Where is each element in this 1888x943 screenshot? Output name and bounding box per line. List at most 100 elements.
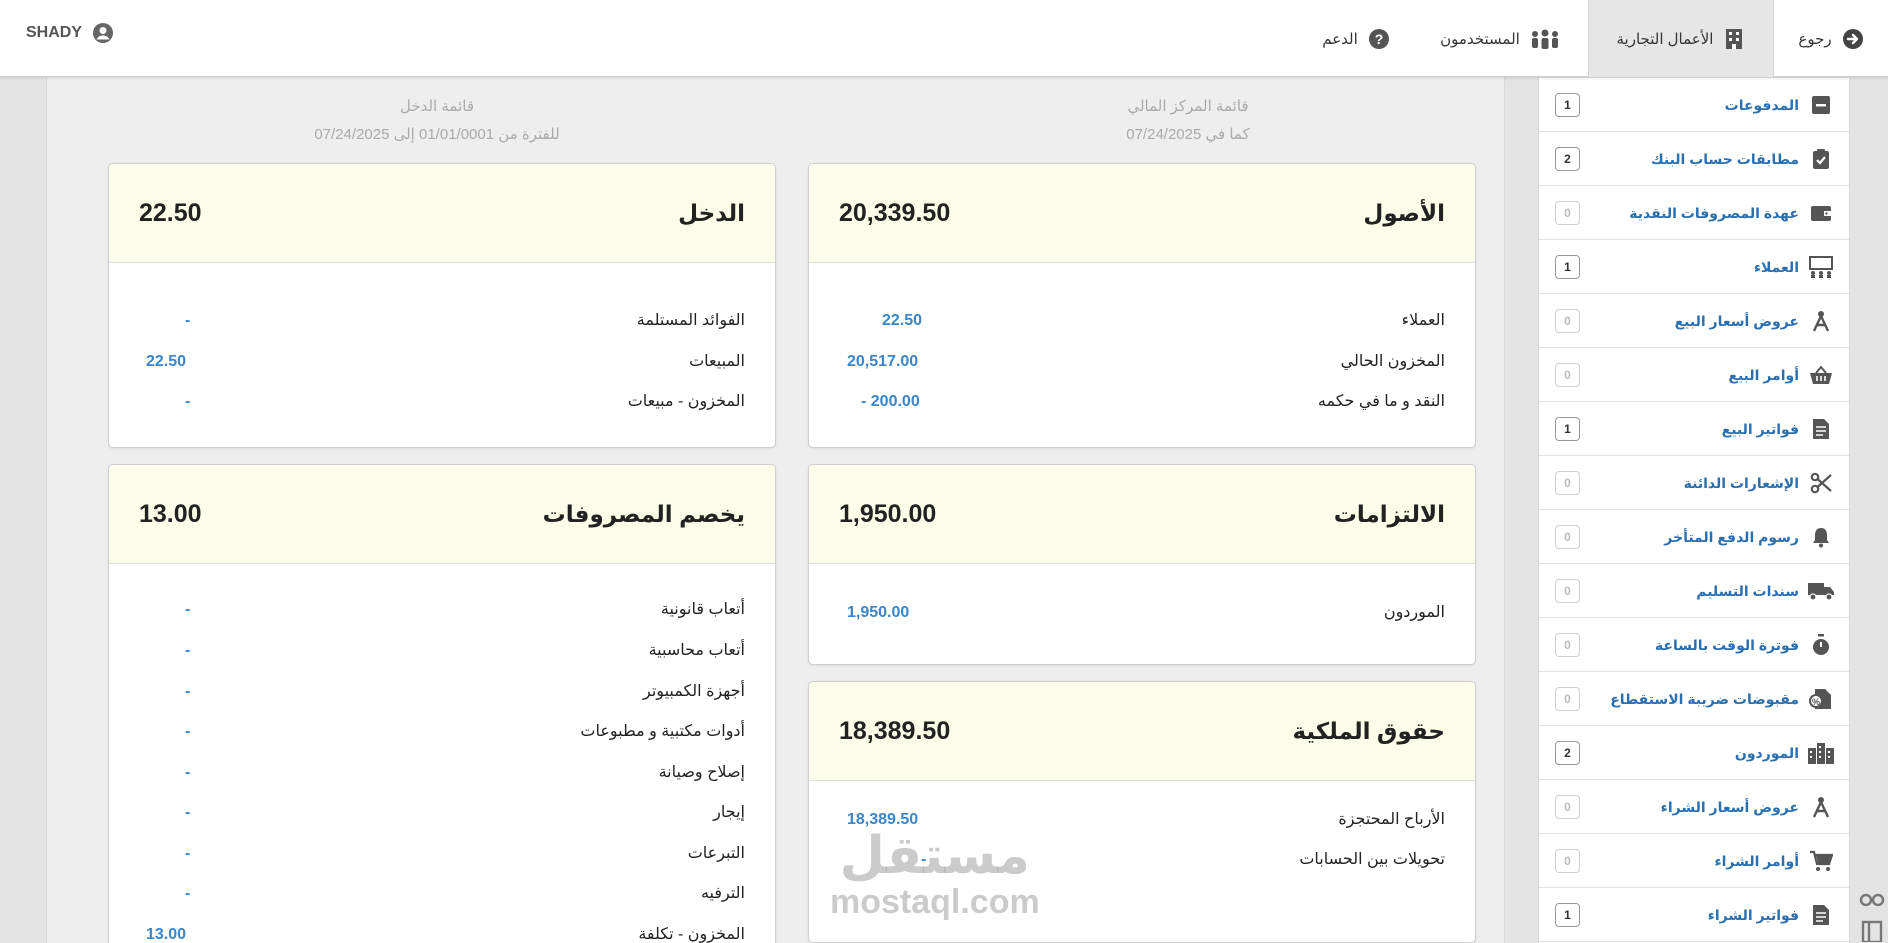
tab-users-label: المستخدمون <box>1440 30 1520 48</box>
row-value-link[interactable]: - <box>185 590 190 630</box>
wallet-icon <box>1807 200 1835 226</box>
svg-text:%: % <box>1812 697 1820 707</box>
sidebar-item-label: مطابقات حساب البنك <box>1650 151 1799 167</box>
sidebar-item-payments[interactable]: المدفوعات 1 <box>1539 78 1849 132</box>
table-row: أدوات مكتبية و مطبوعات - <box>109 712 775 752</box>
tab-support[interactable]: ? الدعم <box>1296 0 1416 77</box>
tab-business[interactable]: الأعمال التجارية <box>1588 0 1774 77</box>
user-menu[interactable]: SHADY <box>26 0 114 66</box>
row-value-link[interactable]: - <box>185 834 190 874</box>
sidebar-item-label: رسوم الدفع المتأخر <box>1664 529 1799 545</box>
sidebar-item-label: مقبوضات ضريبة الاستقطاع <box>1610 691 1799 707</box>
sidebar-item-sales-invoices[interactable]: فواتير البيع 1 <box>1539 402 1849 456</box>
sidebar-item-bank-reconciliations[interactable]: مطابقات حساب البنك 2 <box>1539 132 1849 186</box>
row-label: إصلاح وصيانة <box>658 764 745 781</box>
sidebar-item-purchase-quotes[interactable]: عروض أسعار الشراء 0 <box>1539 780 1849 834</box>
sidebar-count-badge: 0 <box>1555 201 1580 225</box>
row-label: الأرباح المحتجزة <box>1338 811 1445 828</box>
equity-card: حقوق الملكية 18,389.50 الأرباح المحتجزة … <box>808 681 1476 943</box>
row-value-link[interactable]: - <box>185 753 190 793</box>
sidebar-count-badge: 0 <box>1555 309 1580 333</box>
sidebar-item-late-payment-fees[interactable]: رسوم الدفع المتأخر 0 <box>1539 510 1849 564</box>
sidebar-item-purchase-orders[interactable]: أوامر الشراء 0 <box>1539 834 1849 888</box>
sidebar-item-billable-time[interactable]: فوترة الوقت بالساعة 0 <box>1539 618 1849 672</box>
row-value-link[interactable]: 13.00 <box>146 915 186 943</box>
invoice-icon <box>1807 416 1835 442</box>
table-row: المبيعات 22.50 <box>109 342 775 382</box>
tab-support-label: الدعم <box>1322 30 1358 48</box>
question-circle-icon: ? <box>1368 28 1390 50</box>
back-button[interactable]: رجوع <box>1774 0 1888 77</box>
sidebar-item-delivery-notes[interactable]: سندات التسليم 0 <box>1539 564 1849 618</box>
table-row: المخزون - تكلفة 13.00 <box>109 915 775 943</box>
card-header: الالتزامات 1,950.00 <box>809 465 1475 564</box>
sidebar-count-badge: 2 <box>1555 147 1580 171</box>
glasses-icon[interactable] <box>1858 887 1886 911</box>
row-value-link[interactable]: 1,950.00 <box>847 593 909 633</box>
row-value-link[interactable]: 22.50 <box>146 342 186 382</box>
sidebar-item-petty-cash[interactable]: عهدة المصروفات النقدية 0 <box>1539 186 1849 240</box>
assets-card: الأصول 20,339.50 العملاء 22.50 المخزون ا… <box>808 163 1476 448</box>
sidebar-item-sales-quotes[interactable]: عروض أسعار البيع 0 <box>1539 294 1849 348</box>
stopwatch-icon <box>1807 632 1835 658</box>
sidebar-count-badge: 0 <box>1555 795 1580 819</box>
table-row: العملاء 22.50 <box>809 301 1475 341</box>
table-row: أتعاب قانونية - <box>109 590 775 630</box>
liabilities-total: 1,950.00 <box>839 500 937 528</box>
sidebar-count-badge: 0 <box>1555 363 1580 387</box>
row-value-link[interactable]: - <box>921 840 926 880</box>
sidebar-item-customers[interactable]: العملاء 1 <box>1539 240 1849 294</box>
row-label: أجهزة الكمبيوتر <box>643 683 745 700</box>
compass-icon <box>1807 308 1835 334</box>
sidebar-item-label: أوامر البيع <box>1728 367 1799 383</box>
compass-icon <box>1807 794 1835 820</box>
row-value-link[interactable]: - <box>185 382 190 422</box>
presentation-icon <box>1807 254 1835 280</box>
row-label: أدوات مكتبية و مطبوعات <box>580 723 745 740</box>
row-value-link[interactable]: - <box>185 712 190 752</box>
sidebar-item-credit-notes[interactable]: الإشعارات الدائنة 0 <box>1539 456 1849 510</box>
card-header: حقوق الملكية 18,389.50 <box>809 682 1475 781</box>
scissors-icon <box>1807 470 1835 496</box>
sidebar-count-badge: 1 <box>1555 93 1580 117</box>
sidebar-item-label: سندات التسليم <box>1696 583 1799 599</box>
table-row: أتعاب محاسبية - <box>109 631 775 671</box>
main-content: قائمة المركز المالي كما في 07/24/2025 قا… <box>46 66 1505 943</box>
income-title: الدخل <box>678 200 745 226</box>
table-row: المخزون - مبيعات - <box>109 382 775 422</box>
liabilities-card: الالتزامات 1,950.00 الموردون 1,950.00 <box>808 464 1476 665</box>
income-statement-heading[interactable]: قائمة الدخل للفترة من 01/01/0001 إلى 07/… <box>247 93 627 149</box>
sidebar-item-withholding-tax-receipts[interactable]: % مقبوضات ضريبة الاستقطاع 0 <box>1539 672 1849 726</box>
row-value-link[interactable]: 20,517.00 <box>847 342 918 382</box>
table-row: النقد و ما في حكمه - 200.00 <box>809 382 1475 422</box>
table-row: الأرباح المحتجزة 18,389.50 <box>809 800 1475 840</box>
equity-total: 18,389.50 <box>839 717 951 745</box>
row-value-link[interactable]: 22.50 <box>882 301 922 341</box>
row-value-link[interactable]: - 200.00 <box>861 382 920 422</box>
sidebar-item-purchase-invoices[interactable]: فواتير الشراء 1 <box>1539 888 1849 942</box>
row-value-link[interactable]: - <box>185 631 190 671</box>
user-circle-icon <box>92 22 114 44</box>
table-row: تحويلات بين الحسابات - <box>809 840 1475 880</box>
arrow-circle-right-icon <box>1842 28 1864 50</box>
sidebar-count-badge: 0 <box>1555 633 1580 657</box>
row-value-link[interactable]: - <box>185 301 190 341</box>
assets-total: 20,339.50 <box>839 199 951 227</box>
row-value-link[interactable]: - <box>185 874 190 914</box>
cart-icon <box>1807 848 1835 874</box>
row-label: أتعاب قانونية <box>660 601 745 618</box>
balance-sheet-heading[interactable]: قائمة المركز المالي كما في 07/24/2025 <box>1023 93 1353 149</box>
row-value-link[interactable]: - <box>185 672 190 712</box>
tab-users[interactable]: المستخدمون <box>1420 0 1580 77</box>
table-row: الموردون 1,950.00 <box>809 593 1475 633</box>
book-icon[interactable] <box>1858 919 1886 943</box>
row-label: أتعاب محاسبية <box>648 642 745 659</box>
sidebar-item-sales-orders[interactable]: أوامر البيع 0 <box>1539 348 1849 402</box>
sidebar-item-suppliers[interactable]: الموردون 2 <box>1539 726 1849 780</box>
sidebar-count-badge: 2 <box>1555 741 1580 765</box>
receipt-tax-icon: % <box>1807 686 1835 712</box>
row-value-link[interactable]: 18,389.50 <box>847 800 918 840</box>
row-value-link[interactable]: - <box>185 793 190 833</box>
expenses-card: يخصم المصروفات 13.00 أتعاب قانونية - أتع… <box>108 464 776 943</box>
username: SHADY <box>26 24 83 41</box>
